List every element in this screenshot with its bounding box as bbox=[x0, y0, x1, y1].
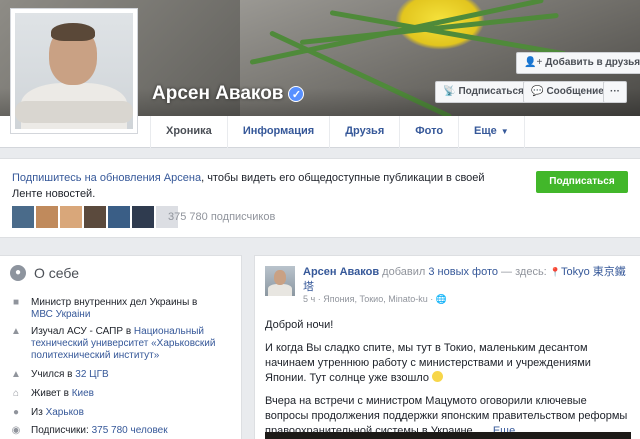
post-location-prefix: — здесь: bbox=[498, 266, 550, 278]
follow-prompt-text: Подпишитесь на обновления Арсена, чтобы … bbox=[12, 170, 512, 202]
post-paragraph: Доброй ночи! bbox=[265, 319, 334, 331]
verified-badge-icon: ✓ bbox=[288, 86, 305, 102]
about-item-text: Министр внутренних дел Украины в bbox=[31, 297, 198, 308]
add-friend-icon: 👤+ bbox=[524, 57, 543, 68]
message-icon: 💬 bbox=[531, 86, 544, 97]
chevron-down-icon: ▼ bbox=[500, 127, 509, 136]
post-body: Доброй ночи! И когда Вы сладко спите, мы… bbox=[265, 318, 631, 439]
post-author-link[interactable]: Арсен Аваков bbox=[303, 266, 379, 278]
smile-emoji-icon bbox=[432, 371, 443, 382]
school-icon: ▲ bbox=[11, 369, 21, 380]
followers-icon: ◉ bbox=[11, 425, 21, 436]
about-item-lives: ⌂ Живет в Киев bbox=[10, 388, 94, 400]
tab-label: Информация bbox=[242, 125, 315, 137]
post-meta[interactable]: 5 ч · Япония, Токио, Minato-ku · 🌐 bbox=[303, 294, 447, 305]
about-item-text: Учился в bbox=[31, 369, 76, 380]
follower-thumbnail[interactable] bbox=[108, 206, 130, 228]
tab-label: Еще bbox=[474, 125, 497, 137]
post-paragraph: И когда Вы сладко спите, мы тут в Токио,… bbox=[265, 341, 631, 386]
avatar-head bbox=[274, 270, 286, 285]
about-item-link[interactable]: 32 ЦГВ bbox=[75, 369, 108, 380]
about-item-text: Живет в bbox=[31, 388, 72, 399]
home-icon: ⌂ bbox=[12, 388, 20, 399]
follow-icon: 📡 bbox=[443, 86, 456, 97]
tab-label: Хроника bbox=[166, 125, 212, 137]
about-header: ● О себе bbox=[10, 265, 79, 281]
profile-name-text[interactable]: Арсен Аваков bbox=[152, 83, 283, 105]
location-icon: ● bbox=[12, 407, 20, 418]
post-text: Вчера на встречи с министром Мацумото ог… bbox=[265, 395, 628, 437]
about-item-text: Из bbox=[31, 407, 46, 418]
follow-header-button[interactable]: 📡 Подписаться bbox=[435, 81, 532, 103]
about-item-followers: ◉ Подписчики: 375 780 человек bbox=[10, 425, 168, 437]
location-pin-icon: 📍 bbox=[549, 267, 562, 277]
follower-thumbnails bbox=[12, 206, 178, 228]
tab-label: Фото bbox=[415, 125, 444, 137]
post-author-avatar[interactable] bbox=[265, 266, 295, 296]
about-card: ● О себе ■ Министр внутренних дел Украин… bbox=[0, 255, 242, 439]
about-item-text: Подписчики: bbox=[31, 425, 92, 436]
tab-label: Друзья bbox=[345, 125, 385, 137]
follow-button[interactable]: Подписаться bbox=[536, 171, 628, 193]
avatar-body bbox=[268, 284, 292, 296]
message-button[interactable]: 💬 Сообщение bbox=[523, 81, 612, 103]
post-photo[interactable] bbox=[265, 432, 631, 439]
message-label: Сообщение bbox=[546, 86, 604, 97]
add-friend-button[interactable]: 👤+ Добавить в друзья bbox=[516, 52, 640, 74]
profile-tabs: Хроника Информация Друзья Фото Еще ▼ bbox=[150, 116, 525, 148]
about-item-link[interactable]: МВС Украіни bbox=[31, 309, 90, 320]
about-item-work: ■ Министр внутренних дел Украины в МВС У… bbox=[10, 297, 210, 321]
follower-thumbnail[interactable] bbox=[12, 206, 34, 228]
tab-timeline[interactable]: Хроника bbox=[150, 116, 228, 148]
globe-icon: ● bbox=[10, 265, 26, 281]
more-options-label: ··· bbox=[610, 86, 620, 97]
about-item-school: ▲ Учился в 32 ЦГВ bbox=[10, 369, 109, 381]
follower-thumbnail[interactable] bbox=[60, 206, 82, 228]
profile-name[interactable]: Арсен Аваков ✓ bbox=[152, 83, 305, 105]
about-item-text: Изучал АСУ - САПР в bbox=[31, 326, 134, 337]
profile-picture[interactable] bbox=[10, 8, 138, 134]
tab-about[interactable]: Информация bbox=[228, 116, 331, 148]
about-item-link[interactable]: 375 780 человек bbox=[92, 425, 168, 436]
avatar-arm bbox=[15, 101, 133, 123]
post-text: И когда Вы сладко спите, мы тут в Токио,… bbox=[265, 342, 591, 384]
tab-friends[interactable]: Друзья bbox=[330, 116, 401, 148]
follower-thumbnail[interactable] bbox=[84, 206, 106, 228]
more-options-button[interactable]: ··· bbox=[603, 81, 627, 103]
tab-photos[interactable]: Фото bbox=[400, 116, 460, 148]
post-card: Арсен Аваков добавил 3 новых фото — здес… bbox=[254, 255, 640, 439]
graduation-icon: ▲ bbox=[11, 326, 21, 337]
follow-header-label: Подписаться bbox=[458, 86, 524, 97]
briefcase-icon: ■ bbox=[12, 297, 20, 308]
about-item-from: ● Из Харьков bbox=[10, 407, 84, 419]
about-title: О себе bbox=[34, 265, 80, 281]
post-photos-link[interactable]: 3 новых фото bbox=[428, 266, 498, 278]
avatar bbox=[15, 13, 133, 129]
follow-prompt-link[interactable]: Подпишитесь на обновления Арсена bbox=[12, 172, 201, 184]
about-item-link[interactable]: Харьков bbox=[46, 407, 84, 418]
post-header: Арсен Аваков добавил 3 новых фото — здес… bbox=[303, 265, 629, 295]
post-action-text: добавил bbox=[379, 266, 429, 278]
avatar-hair bbox=[51, 23, 95, 41]
follower-count[interactable]: 375 780 подписчиков bbox=[168, 211, 275, 223]
about-item-link[interactable]: Киев bbox=[72, 388, 94, 399]
add-friend-label: Добавить в друзья bbox=[545, 57, 640, 68]
follower-thumbnail[interactable] bbox=[132, 206, 154, 228]
tab-more[interactable]: Еще ▼ bbox=[459, 116, 525, 148]
about-item-education: ▲ Изучал АСУ - САПР в Национальный техни… bbox=[10, 326, 224, 362]
follower-thumbnail[interactable] bbox=[36, 206, 58, 228]
